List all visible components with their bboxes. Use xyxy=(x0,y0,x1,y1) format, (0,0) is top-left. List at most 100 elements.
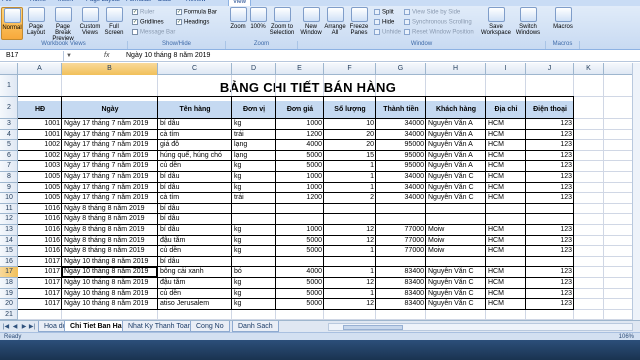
ribbon-tab-formulas[interactable]: Formulas xyxy=(126,0,151,6)
row-header-10[interactable]: 10 xyxy=(0,193,18,204)
column-header-i[interactable]: I xyxy=(486,63,526,75)
column-header-b[interactable]: B xyxy=(62,63,158,75)
column-header-c[interactable]: C xyxy=(158,63,232,75)
zoom-to-selection-button[interactable]: Zoom to Selection xyxy=(268,7,296,40)
sheet-tab-nhat-ky-thanh-toan[interactable]: Nhat Ky Thanh Toan xyxy=(122,321,198,332)
row-header-12[interactable]: 12 xyxy=(0,214,18,225)
unhide-label: Unhide xyxy=(382,29,402,36)
column-header-e[interactable]: E xyxy=(276,63,324,75)
last-sheet-icon[interactable]: ▶| xyxy=(28,323,36,331)
row-header-3[interactable]: 3 xyxy=(0,119,18,130)
checkbox-message-bar-label: Message Bar xyxy=(140,29,176,36)
ribbon: File Home Insert Page Layout Formulas Data Rev… xyxy=(0,0,640,50)
horizontal-scrollbar[interactable] xyxy=(328,323,633,331)
zoom-button[interactable]: Zoom xyxy=(229,7,247,40)
row-header-15[interactable]: 15 xyxy=(0,246,18,257)
checkbox-ruler-label: Ruler xyxy=(140,9,155,16)
column-header-g[interactable]: G xyxy=(376,63,426,75)
row-header-4[interactable]: 4 xyxy=(0,130,18,141)
insert-function-button[interactable]: fx xyxy=(104,51,109,61)
table-border-h xyxy=(18,192,574,194)
checkbox-gridlines[interactable]: ✓ Gridlines xyxy=(132,19,164,26)
checkbox-formula-bar[interactable]: ✓ Formula Bar xyxy=(176,9,217,16)
hide-button[interactable]: Hide xyxy=(374,19,394,26)
column-header-a[interactable]: A xyxy=(18,63,62,75)
macros-button[interactable]: Macros xyxy=(550,7,576,40)
checkbox-headings[interactable]: ✓ Headings xyxy=(176,19,209,26)
sheet-title[interactable]: BẢNG CHI TIẾT BÁN HÀNG xyxy=(18,80,598,95)
column-header-k[interactable]: K xyxy=(574,63,604,75)
ribbon-tab-insert[interactable]: Insert xyxy=(58,0,73,6)
view-side-by-side-icon xyxy=(404,9,410,15)
switch-windows-button[interactable]: Switch Windows xyxy=(513,7,543,40)
normal-view-button[interactable]: Normal xyxy=(1,7,23,40)
freeze-panes-button[interactable]: Freeze Panes xyxy=(347,7,371,40)
full-screen-icon xyxy=(105,7,123,22)
full-screen-button[interactable]: Full Screen xyxy=(103,7,125,40)
vertical-scrollbar[interactable] xyxy=(632,63,640,320)
name-box-dropdown-icon[interactable]: ▼ xyxy=(66,51,72,61)
ribbon-tab-view[interactable]: View xyxy=(228,0,251,6)
row-header-2[interactable]: 2 xyxy=(0,97,18,119)
select-all-corner[interactable] xyxy=(0,63,18,75)
ribbon-tab-review[interactable]: Review xyxy=(186,0,206,6)
table-border-h xyxy=(18,308,574,310)
prev-sheet-icon[interactable]: ◀ xyxy=(11,323,19,331)
group-workbook-views-label: Workbook Views xyxy=(0,41,128,49)
row-header-9[interactable]: 9 xyxy=(0,183,18,194)
horizontal-scroll-thumb[interactable] xyxy=(343,325,403,330)
checkbox-message-bar: Message Bar xyxy=(132,29,175,36)
sheet-tab-danh-sach[interactable]: Danh Sach xyxy=(232,321,279,332)
row-header-13[interactable]: 13 xyxy=(0,225,18,236)
row-header-19[interactable]: 19 xyxy=(0,289,18,300)
hide-label: Hide xyxy=(382,19,395,26)
zoom-100-button[interactable]: 100% xyxy=(249,7,267,40)
first-sheet-icon[interactable]: |◀ xyxy=(2,323,10,331)
checkbox-formula-bar-label: Formula Bar xyxy=(184,9,218,16)
row-header-6[interactable]: 6 xyxy=(0,151,18,162)
sheet-tab-cong-no[interactable]: Cong No xyxy=(190,321,230,332)
row-header-11[interactable]: 11 xyxy=(0,204,18,215)
table-border-h xyxy=(18,118,574,119)
ribbon-tab-page-layout[interactable]: Page Layout xyxy=(86,0,120,6)
group-window-label: Window xyxy=(298,41,546,49)
new-window-button[interactable]: New Window xyxy=(299,7,323,40)
column-header-d[interactable]: D xyxy=(232,63,276,75)
row-header-18[interactable]: 18 xyxy=(0,278,18,289)
split-icon xyxy=(374,9,380,15)
sheet-tab-bar: |◀ ◀ ▶ ▶| Hoa don Chi Tiet Ban Hang Nhat K… xyxy=(0,320,640,332)
column-header-h[interactable]: H xyxy=(426,63,486,75)
header-dien-thoai: Điện thoại xyxy=(526,101,574,119)
worksheet-grid[interactable]: BẢNG CHI TIẾT BÁN HÀNG HĐ Ngày Tên hàng Đơn… xyxy=(18,75,640,320)
macros-icon xyxy=(554,7,572,22)
row-header-21[interactable]: 21 xyxy=(0,310,18,321)
ribbon-tab-home[interactable]: Home xyxy=(30,0,46,6)
header-don-vi: Đơn vị xyxy=(232,101,276,119)
custom-views-button[interactable]: Custom Views xyxy=(78,7,102,40)
row-header-8[interactable]: 8 xyxy=(0,172,18,183)
column-header-j[interactable]: J xyxy=(526,63,574,75)
split-button[interactable]: Split xyxy=(374,9,394,16)
row-header-20[interactable]: 20 xyxy=(0,299,18,310)
name-box[interactable]: B17 xyxy=(0,51,64,61)
ribbon-tab-data[interactable]: Data xyxy=(158,0,171,6)
unhide-icon xyxy=(374,29,380,35)
page-layout-view-button[interactable]: Page Layout xyxy=(24,7,48,40)
row-header-5[interactable]: 5 xyxy=(0,140,18,151)
ribbon-tab-file[interactable]: File xyxy=(2,0,12,6)
save-workspace-button[interactable]: Save Workspace xyxy=(481,7,511,40)
checkbox-message-bar-box xyxy=(132,29,138,35)
row-header-16[interactable]: 16 xyxy=(0,257,18,268)
next-sheet-icon[interactable]: ▶ xyxy=(20,323,28,331)
formula-input[interactable]: Ngày 10 tháng 8 năm 2019 xyxy=(126,51,210,61)
freeze-panes-icon xyxy=(350,7,368,22)
row-header-1[interactable]: 1 xyxy=(0,75,18,97)
row-header-7[interactable]: 7 xyxy=(0,161,18,172)
magnifier-icon xyxy=(229,7,247,22)
page-break-preview-button[interactable]: Page Break Preview xyxy=(49,7,77,42)
column-header-f[interactable]: F xyxy=(324,63,376,75)
row-header-17[interactable]: 17 xyxy=(0,267,18,278)
row-header-14[interactable]: 14 xyxy=(0,236,18,247)
header-ten-hang: Tên hàng xyxy=(158,101,232,119)
arrange-all-button[interactable]: Arrange All xyxy=(324,7,346,40)
